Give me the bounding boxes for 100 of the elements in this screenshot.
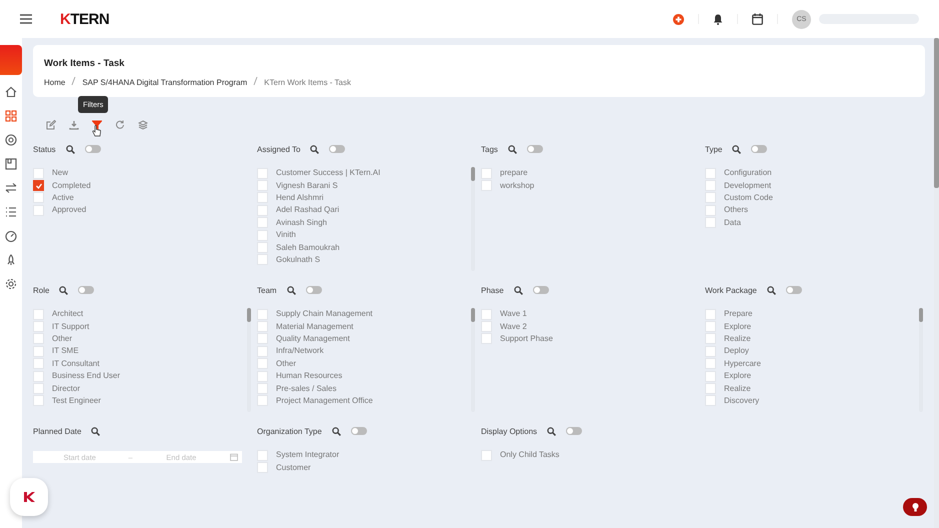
option-label: New [52,168,68,178]
search-icon[interactable] [59,286,68,294]
filter-title: Phase [481,286,504,294]
filter-title: Team [257,286,277,294]
option-label: System Integrator [276,450,340,460]
option-label: Vignesh Barani S [276,180,338,191]
breadcrumb-separator-icon [253,77,258,87]
toggle-switch[interactable] [350,427,367,435]
toggle-switch[interactable] [329,145,346,153]
filter-title: Type [705,144,722,154]
sidebar-board-icon[interactable] [5,158,17,170]
option-label: Development [724,180,772,191]
search-icon[interactable] [732,144,742,154]
option-label: Realize [724,384,751,394]
sidebar-home-icon[interactable] [5,86,17,98]
sidebar-accent [0,45,22,75]
page-scrollbar[interactable] [934,38,939,528]
sidebar-swap-icon[interactable] [5,182,17,194]
option-label: Quality Management [276,334,350,344]
sidebar-grid-icon[interactable] [5,110,17,122]
filter-title: Work Package [705,286,757,294]
breadcrumb-link[interactable]: Home [44,78,66,86]
download-icon[interactable] [69,120,79,130]
option-label: Adel Rashad Qari [276,205,340,216]
option-label: prepare [500,168,528,178]
toggle-switch[interactable] [786,286,802,294]
search-icon[interactable] [547,426,556,436]
filter-title: Display Options [481,426,538,436]
search-icon[interactable] [332,426,341,436]
option-label: workshop [500,180,534,191]
option-label: Deploy [724,346,749,356]
option-label: Business End User [52,371,120,382]
filter-title: Planned Date [33,426,82,436]
option-label: Wave 2 [500,322,527,332]
search-icon[interactable] [514,286,523,294]
option-label: Realize [724,334,751,344]
search-icon[interactable] [766,286,776,294]
search-icon[interactable] [310,144,320,154]
search-icon[interactable] [66,144,75,154]
option-label: Architect [52,309,84,320]
breadcrumb-separator-icon [71,77,76,87]
filter-title: Status [33,144,56,154]
option-label: Project Management Office [276,396,373,406]
toggle-switch[interactable] [526,145,543,153]
refresh-icon[interactable] [115,120,125,130]
option-label: Approved [52,205,86,216]
option-label: Infra/Network [276,346,324,356]
k-logo-icon [23,491,35,503]
sidebar-gauge-icon[interactable] [5,230,17,242]
logo[interactable]: KTERN [60,10,110,28]
option-label: IT SME [52,346,79,356]
toggle-switch[interactable] [566,427,582,435]
option-label: Customer Success | KTern.AI [276,168,380,178]
option-label: Director [52,384,80,394]
option-label: Gokulnath S [276,254,320,265]
option-label: Saleh Bamoukrah [276,242,340,253]
search-icon[interactable] [508,144,517,154]
option-label: Others [724,205,748,216]
sidebar-rocket-icon[interactable] [5,254,17,266]
option-label: Only Child Tasks [500,450,560,460]
toggle-switch[interactable] [78,286,94,294]
toggle-switch[interactable] [532,286,549,294]
option-label: Hend Alshmri [276,192,324,203]
add-icon[interactable] [673,14,684,24]
menu-icon[interactable] [20,14,32,24]
filter-title: Organization Type [257,426,322,436]
option-label: Explore [724,322,752,332]
logo-button[interactable] [10,478,48,516]
option-label: Vinith [276,230,296,240]
option-label: Explore [724,371,752,382]
option-label: Human Resources [276,371,342,382]
option-label: Support Phase [500,334,553,344]
option-label: Discovery [724,396,760,406]
breadcrumb-link[interactable]: SAP S/4HANA Digital Transformation Program [82,78,248,86]
search-icon[interactable] [286,286,296,294]
page-title: Work Items - Task [44,58,126,69]
sidebar-list-icon[interactable] [5,206,17,218]
option-label: Custom Code [724,192,773,203]
option-label: Hypercare [724,358,761,369]
edit-icon[interactable] [46,120,56,130]
help-button[interactable] [903,498,927,516]
filter-title: Role [33,286,50,294]
toggle-switch[interactable] [751,145,768,153]
sidebar-pin-icon[interactable] [5,134,17,146]
option-label: Test Engineer [52,396,101,406]
lightbulb-icon [912,502,918,512]
filter-title: Assigned To [257,144,300,154]
bell-icon[interactable] [713,14,723,24]
option-label: Active [52,192,74,203]
sidebar-gear-icon[interactable] [5,278,17,290]
layers-icon[interactable] [138,120,148,130]
option-label: Other [276,358,296,369]
toggle-switch[interactable] [306,286,322,294]
calendar-icon[interactable] [752,13,763,25]
checkbox[interactable] [33,180,44,192]
search-icon[interactable] [91,426,100,436]
hand-cursor-icon [92,125,101,137]
option-label: Pre-sales / Sales [276,384,336,394]
toggle-switch[interactable] [84,145,101,153]
option-label: IT Consultant [52,358,100,369]
